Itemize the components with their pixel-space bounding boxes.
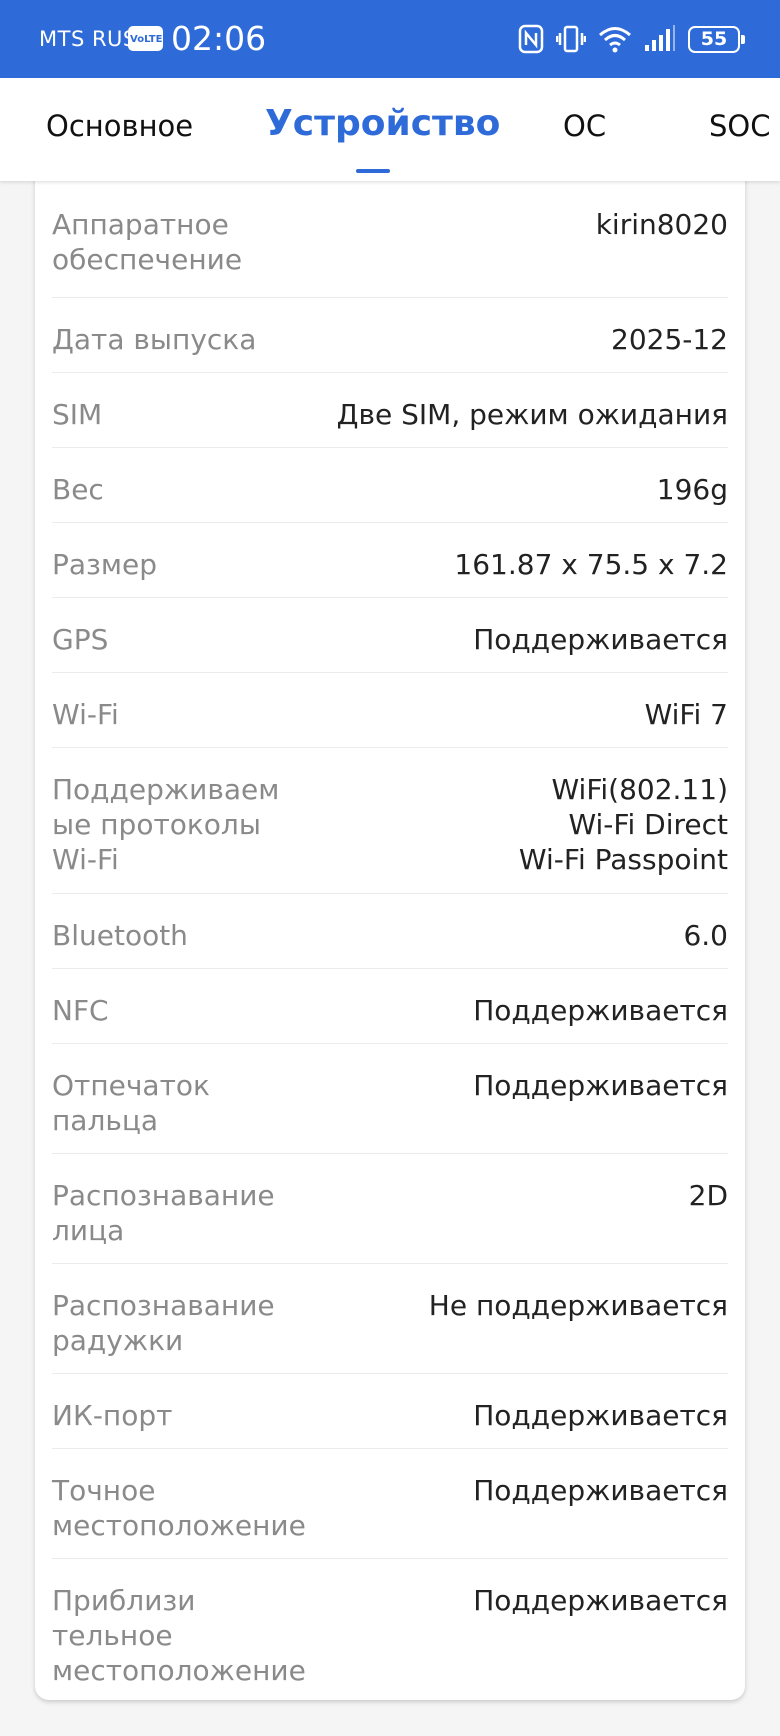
spec-label: NFC (52, 994, 109, 1027)
spec-row-wifi-protocols: Поддерживаем ые протоколы Wi-Fi WiFi(802… (52, 747, 728, 893)
status-icons: 55 (518, 22, 745, 56)
spec-row-nfc: NFC Поддерживается (52, 968, 728, 1043)
spec-value: WiFi 7 (644, 698, 728, 731)
spec-label: Размер (52, 548, 158, 581)
tab-bar: Основное Устройство ОС SOC (0, 78, 780, 181)
spec-row-wifi: Wi-Fi WiFi 7 (52, 672, 728, 747)
spec-row-bluetooth: Bluetooth 6.0 (52, 893, 728, 968)
spec-value: Не поддерживается (428, 1289, 728, 1322)
tab-soc[interactable]: SOC (709, 109, 770, 143)
spec-label: Bluetooth (52, 919, 188, 952)
spec-value: 2025-12 (611, 323, 728, 356)
tab-device[interactable]: Устройство (265, 103, 500, 144)
device-spec-card: Аппаратное обеспечение kirin8020 Дата вы… (35, 171, 745, 1700)
spec-value: Поддерживается (473, 1069, 728, 1102)
clock: 02:06 (171, 19, 267, 58)
spec-row-precise-location: Точное местоположение Поддерживается (52, 1448, 728, 1558)
spec-row-approximate-location: Приблизи тельное местоположение Поддержи… (52, 1558, 728, 1700)
spec-value: 161.87 x 75.5 x 7.2 (454, 548, 728, 581)
spec-label: Точное местоположение (52, 1474, 306, 1542)
spec-row-face-recognition: Распознавание лица 2D (52, 1153, 728, 1263)
signal-icon (645, 25, 675, 51)
nfc-icon (518, 24, 544, 54)
spec-value: kirin8020 (595, 208, 728, 241)
battery-icon: 55 (688, 25, 745, 53)
spec-label: Вес (52, 473, 104, 506)
vibrate-icon (556, 25, 586, 53)
volte-badge: VoLTE (128, 26, 163, 51)
spec-row-weight: Вес 196g (52, 447, 728, 522)
spec-value: Поддерживается (473, 1474, 728, 1507)
spec-label: Приблизи тельное местоположение (52, 1584, 306, 1687)
spec-label: SIM (52, 398, 103, 431)
spec-row-iris-recognition: Распознавание радужки Не поддерживается (52, 1263, 728, 1373)
spec-label: GPS (52, 623, 109, 656)
spec-row-size: Размер 161.87 x 75.5 x 7.2 (52, 522, 728, 597)
tab-general[interactable]: Основное (46, 109, 193, 143)
spec-label: ИК-порт (52, 1399, 173, 1432)
spec-value: Поддерживается (473, 994, 728, 1027)
spec-value: Поддерживается (473, 1399, 728, 1432)
spec-value: 2D (688, 1179, 728, 1212)
spec-label: Поддерживаем ые протоколы Wi-Fi (52, 773, 280, 876)
spec-label: Wi-Fi (52, 698, 119, 731)
spec-value: Поддерживается (473, 623, 728, 656)
spec-label: Распознавание лица (52, 1179, 275, 1247)
spec-label: Аппаратное обеспечение (52, 208, 243, 276)
spec-row-fingerprint: Отпечаток пальца Поддерживается (52, 1043, 728, 1153)
spec-value: Две SIM, режим ожидания (336, 398, 728, 431)
active-tab-indicator (356, 169, 390, 173)
spec-row-sim: SIM Две SIM, режим ожидания (52, 372, 728, 447)
status-bar: MTS RUS VoLTE 02:06 55 (0, 0, 780, 78)
tab-os[interactable]: ОС (563, 109, 606, 143)
spec-value: Поддерживается (473, 1584, 728, 1617)
spec-label: Дата выпуска (52, 323, 257, 356)
wifi-icon (599, 27, 631, 53)
spec-row-release-date: Дата выпуска 2025-12 (52, 297, 728, 372)
spec-value: WiFi(802.11) Wi-Fi Direct Wi-Fi Passpoin… (518, 773, 728, 876)
carrier-name: MTS RUS (39, 27, 137, 51)
spec-row-ir-port: ИК-порт Поддерживается (52, 1373, 728, 1448)
spec-label: Распознавание радужки (52, 1289, 275, 1357)
spec-value: 6.0 (683, 919, 728, 952)
spec-row-hardware: Аппаратное обеспечение kirin8020 (52, 171, 728, 297)
spec-label: Отпечаток пальца (52, 1069, 210, 1137)
spec-row-gps: GPS Поддерживается (52, 597, 728, 672)
spec-value: 196g (656, 473, 728, 506)
